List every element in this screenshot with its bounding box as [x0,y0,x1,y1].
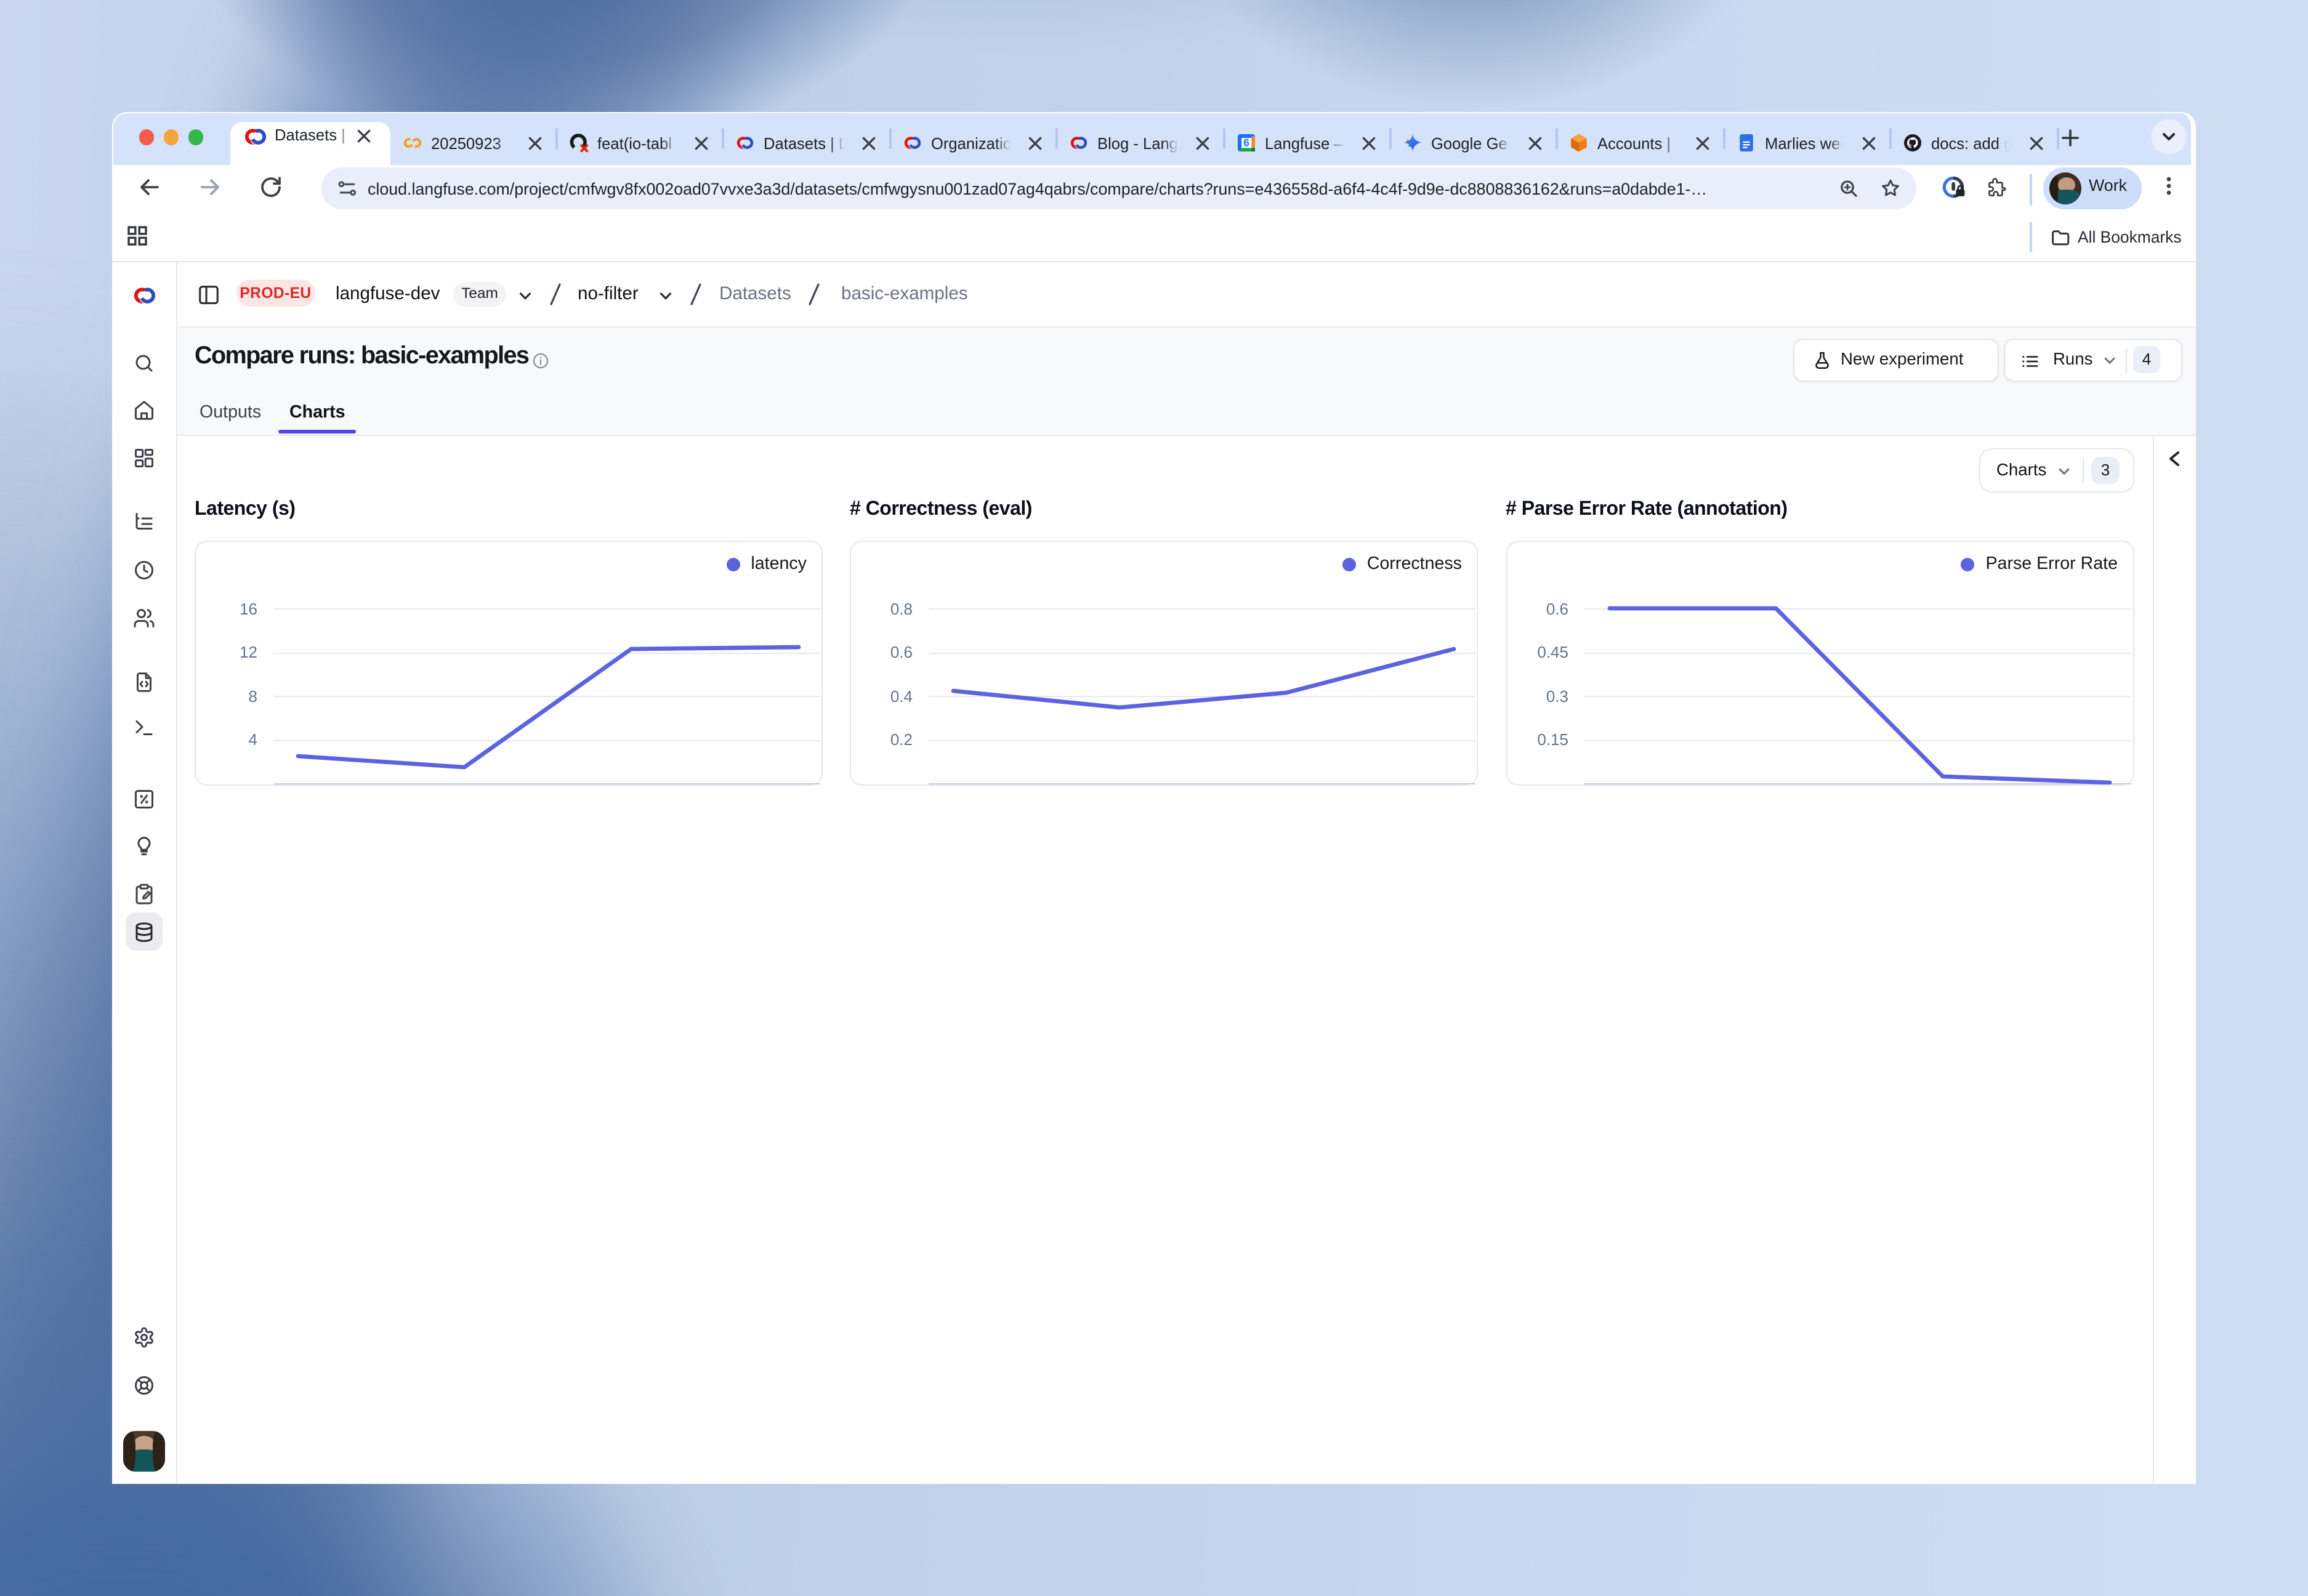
svg-text:6: 6 [1243,137,1249,149]
